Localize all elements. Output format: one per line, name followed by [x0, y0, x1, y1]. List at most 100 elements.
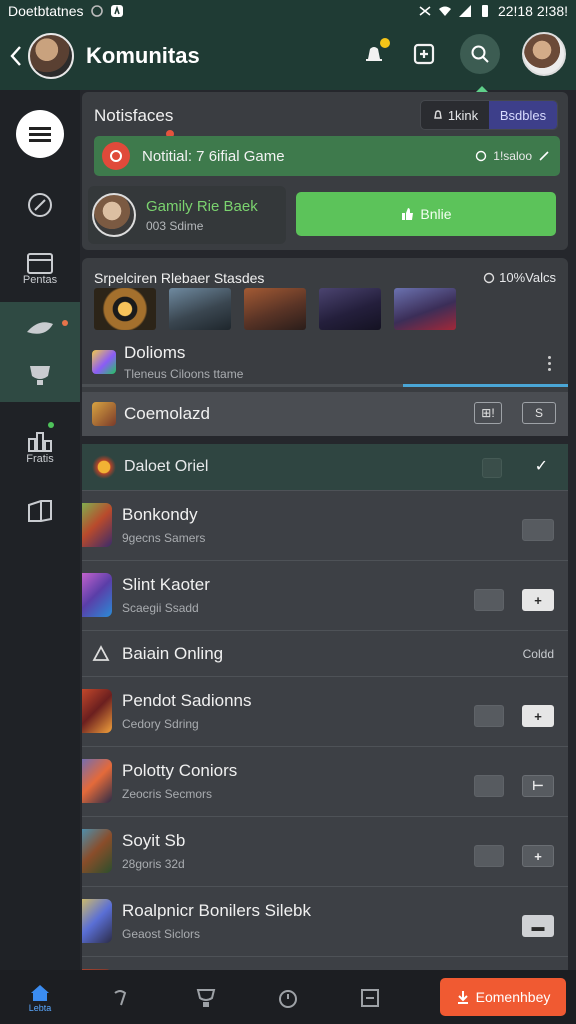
game-icon — [82, 759, 112, 803]
recommended-stat: 10%Valcs — [483, 270, 556, 285]
progress-fill — [402, 384, 568, 387]
search-icon — [471, 45, 489, 63]
profile-avatar[interactable] — [522, 32, 566, 76]
list-item-name: Pendot Sadionns — [122, 691, 252, 710]
clock-icon — [483, 272, 495, 283]
domains-sub: Tleneus Ciloons ttame — [124, 367, 244, 381]
list-item-sub: Zeocris Secmors — [122, 787, 213, 801]
player-card[interactable]: Gamily Rie Baek 003 Sdime — [88, 186, 286, 244]
game-icon — [82, 503, 112, 547]
notification-badge — [380, 38, 390, 48]
back-button[interactable] — [4, 44, 28, 68]
command-name: Coemolazd — [124, 404, 210, 423]
online-button[interactable]: Bnlie — [296, 192, 556, 236]
share-icon — [413, 43, 435, 65]
list-item-checkbox[interactable] — [474, 705, 504, 727]
game-icon — [92, 402, 116, 426]
toggle-option-2[interactable]: Bsdbles — [489, 101, 557, 129]
thumbnail[interactable] — [319, 288, 381, 330]
sidebar-item-games[interactable] — [0, 302, 80, 402]
list-item[interactable] — [82, 956, 568, 970]
player-avatar — [92, 193, 136, 237]
nav-home[interactable]: Lebta — [20, 978, 60, 1018]
command-button-1[interactable]: ⊞! — [474, 402, 502, 424]
list-item-checkbox[interactable] — [474, 845, 504, 867]
library-icon — [28, 500, 52, 522]
notification-bar[interactable]: Notitial: 7 6ifial Game 1!saloo — [94, 136, 560, 176]
more-options-icon[interactable] — [548, 356, 552, 371]
page-title: Komunitas — [86, 43, 200, 68]
list-item-checkbox[interactable] — [474, 589, 504, 611]
list-item-name: Soyit Sb — [122, 831, 186, 850]
command-row[interactable]: Coemolazd ⊞! S — [82, 392, 568, 436]
command-button-2[interactable]: S — [522, 402, 556, 424]
list-item-sub: 28goris 32d — [122, 857, 185, 871]
sidebar-item-dot — [48, 422, 54, 428]
progress-track — [82, 384, 568, 387]
games-list: Daloet Oriel ✓ Bonkondy 9gecns Samers Sl… — [82, 444, 568, 970]
edit-icon[interactable] — [538, 150, 550, 162]
check-icon[interactable]: ✓ — [535, 456, 548, 476]
list-item-action-button[interactable]: + — [522, 705, 554, 727]
thumbnail[interactable] — [94, 288, 156, 330]
cta-button[interactable]: Eomenhbey — [440, 978, 566, 1016]
notifications-title: Notisfaces — [94, 106, 174, 125]
nav-home-label: Lebta — [28, 1003, 52, 1013]
nav-timer[interactable] — [268, 978, 308, 1018]
list-item-name: Slint Kaoter — [122, 575, 210, 594]
domains-item[interactable]: Dolioms Tleneus Ciloons ttame — [82, 338, 568, 386]
toggle-option-1[interactable]: 1kink — [421, 101, 489, 129]
square-icon — [361, 989, 379, 1007]
controller-icon — [92, 644, 110, 661]
sync-icon — [90, 5, 103, 17]
compass-icon — [28, 193, 52, 217]
bottom-nav: Lebta Eomenhbey — [0, 970, 576, 1024]
game-icon — [92, 350, 116, 374]
search-button[interactable] — [460, 34, 500, 74]
game-icon — [82, 573, 112, 617]
thumbnail[interactable] — [169, 288, 231, 330]
notifications-button[interactable] — [360, 38, 390, 68]
thumbnail-strip — [94, 288, 456, 330]
nav-trophy[interactable] — [186, 978, 226, 1018]
nav-activity[interactable] — [100, 978, 140, 1018]
section-title: Baiain Onling — [122, 643, 224, 663]
sidebar-item-home[interactable] — [0, 98, 80, 170]
list-item[interactable]: Polotty Coniors Zeocris Secmors ⊢ — [82, 746, 568, 816]
list-item-action-button[interactable]: + — [522, 589, 554, 611]
community-avatar[interactable] — [28, 33, 74, 79]
list-item[interactable]: Bonkondy 9gecns Samers — [82, 490, 568, 560]
section-row[interactable]: Baiain Onling Coldd — [82, 630, 568, 676]
sidebar-item-label: Fratis — [26, 453, 54, 465]
sidebar: Pentas Fratis — [0, 90, 80, 970]
notifications-toggle: 1kink Bsdbles — [420, 100, 558, 130]
list-item-toggle[interactable] — [522, 519, 554, 541]
list-item[interactable]: Slint Kaoter Scaegii Ssadd + — [82, 560, 568, 630]
nav-library[interactable] — [350, 978, 390, 1018]
chart-icon — [28, 432, 52, 452]
status-bar: Doetbtatnes 22!18 2!38! — [0, 0, 576, 22]
list-item[interactable]: Soyit Sb 28goris 32d + — [82, 816, 568, 886]
sidebar-item-pentas[interactable]: Pentas — [0, 236, 80, 302]
share-button[interactable] — [410, 40, 438, 68]
list-header-checkbox[interactable] — [482, 458, 502, 478]
signal-icon — [458, 5, 471, 17]
sidebar-item-fratis[interactable]: Fratis — [0, 412, 80, 482]
sidebar-item-library[interactable] — [0, 486, 80, 536]
list-item-action-button[interactable]: + — [522, 845, 554, 867]
app-header: Komunitas — [0, 22, 576, 92]
refresh-icon — [114, 990, 127, 1006]
timer-icon — [279, 990, 297, 1008]
list-item-action-button[interactable]: ⊢ — [522, 775, 554, 797]
list-item[interactable]: Pendot Sadionns Cedory Sdring + — [82, 676, 568, 746]
notification-right-text: 1!saloo — [493, 149, 532, 163]
thumbnail[interactable] — [244, 288, 306, 330]
list-header[interactable]: Daloet Oriel ✓ — [82, 444, 568, 490]
list-item-checkbox[interactable] — [474, 775, 504, 797]
battery-icon — [481, 5, 488, 17]
domains-name: Dolioms — [124, 343, 186, 362]
thumbnail[interactable] — [394, 288, 456, 330]
list-item[interactable]: Roalpnicr Bonilers Silebk Geaost Siclors… — [82, 886, 568, 956]
sidebar-item-explore[interactable] — [0, 178, 80, 232]
list-item-action-button[interactable]: ▬ — [522, 915, 554, 937]
